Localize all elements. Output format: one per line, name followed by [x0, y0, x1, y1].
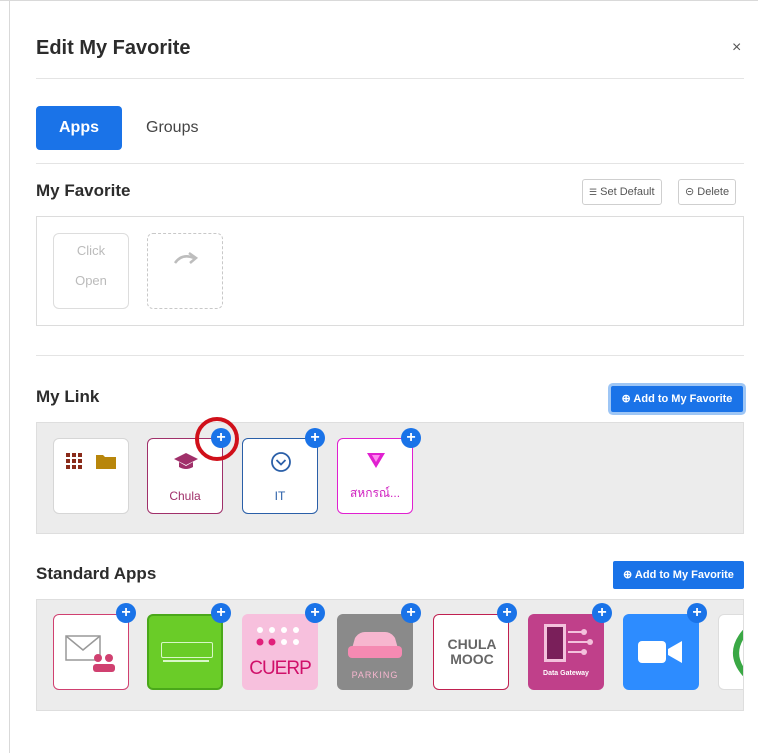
app-tile-mail[interactable] — [53, 614, 129, 690]
standard-apps-panel: + + CUERP + PARKING + CHULA MOOC + Data … — [36, 599, 744, 711]
my-link-title: My Link — [36, 387, 100, 406]
tab-groups[interactable]: Groups — [146, 106, 198, 150]
app-tile-library[interactable] — [147, 614, 223, 690]
library-logo-bar — [163, 660, 209, 662]
car-icon — [348, 632, 402, 658]
delete-button[interactable]: ⊝ Delete — [678, 179, 737, 205]
green-arc-icon — [733, 630, 743, 676]
add-plus-icon[interactable]: + — [401, 603, 421, 623]
tab-apps[interactable]: Apps — [36, 106, 122, 150]
click-open-tile[interactable]: Click Open — [53, 233, 129, 309]
set-default-button[interactable]: ☰ Set Default — [582, 179, 662, 205]
standard-apps-add-favorite-button[interactable]: ⊕ Add to My Favorite — [613, 561, 744, 589]
edit-favorite-modal: Edit My Favorite × Apps Groups My Favori… — [10, 1, 758, 753]
tile-label: สหกรณ์... — [349, 486, 401, 500]
grid-icon — [66, 453, 82, 469]
link-tile-it[interactable]: IT — [242, 438, 318, 514]
library-logo — [161, 642, 213, 658]
my-favorite-title: My Favorite — [36, 181, 131, 200]
add-plus-icon[interactable]: + — [305, 603, 325, 623]
highlight-circle — [195, 417, 239, 461]
graduation-cap-icon — [174, 453, 198, 469]
add-plus-icon[interactable]: + — [687, 603, 707, 623]
mail-icon — [65, 635, 115, 672]
triangle-icon — [367, 453, 385, 468]
app-caption: Data Gateway — [543, 670, 589, 677]
add-plus-icon[interactable]: + — [401, 428, 421, 448]
divider — [36, 78, 744, 79]
add-plus-icon[interactable]: + — [211, 603, 231, 623]
redo-arrow-icon — [173, 251, 199, 264]
app-caption: PARKING — [351, 670, 399, 680]
app-tile-data-gateway[interactable]: Data Gateway — [528, 614, 604, 690]
minus-circle-icon: ⊝ — [685, 186, 695, 198]
standard-apps-title: Standard Apps — [36, 564, 157, 583]
dots-icon — [256, 627, 299, 646]
drop-slot[interactable] — [147, 233, 223, 309]
app-tile-cuerp[interactable]: CUERP — [242, 614, 318, 690]
add-plus-icon[interactable]: + — [305, 428, 325, 448]
close-icon[interactable]: × — [732, 39, 741, 57]
app-tile-partial[interactable] — [718, 614, 743, 690]
plus-circle-icon: ⊕ — [621, 393, 631, 405]
my-link-panel: Chula + IT + สหกรณ์... + — [36, 422, 744, 534]
app-caption: CUERP — [249, 658, 312, 679]
tile-label: Chula — [169, 489, 201, 503]
add-plus-icon[interactable]: + — [116, 603, 136, 623]
app-tile-mooc[interactable]: CHULA MOOC — [433, 614, 509, 690]
tile-label: IT — [274, 489, 286, 503]
divider — [36, 163, 744, 164]
divider — [36, 355, 744, 356]
add-plus-icon[interactable]: + — [592, 603, 612, 623]
app-tile-parking[interactable]: PARKING — [337, 614, 413, 690]
modal-title: Edit My Favorite — [36, 37, 191, 59]
list-icon: ☰ — [589, 187, 598, 197]
video-camera-icon — [638, 641, 682, 663]
my-link-add-favorite-button[interactable]: ⊕ Add to My Favorite — [611, 386, 743, 412]
door-circuit-icon — [544, 624, 593, 662]
link-tile-coop[interactable]: สหกรณ์... — [337, 438, 413, 514]
plus-circle-icon: ⊕ — [623, 569, 633, 581]
app-tile-zoom[interactable] — [623, 614, 699, 690]
folder-tile[interactable] — [53, 438, 129, 514]
favorite-drop-area: Click Open — [36, 216, 744, 326]
add-plus-icon[interactable]: + — [497, 603, 517, 623]
app-caption: CHULA MOOC — [447, 636, 497, 667]
chevron-circle-icon — [271, 452, 291, 472]
folder-icon — [96, 455, 116, 469]
